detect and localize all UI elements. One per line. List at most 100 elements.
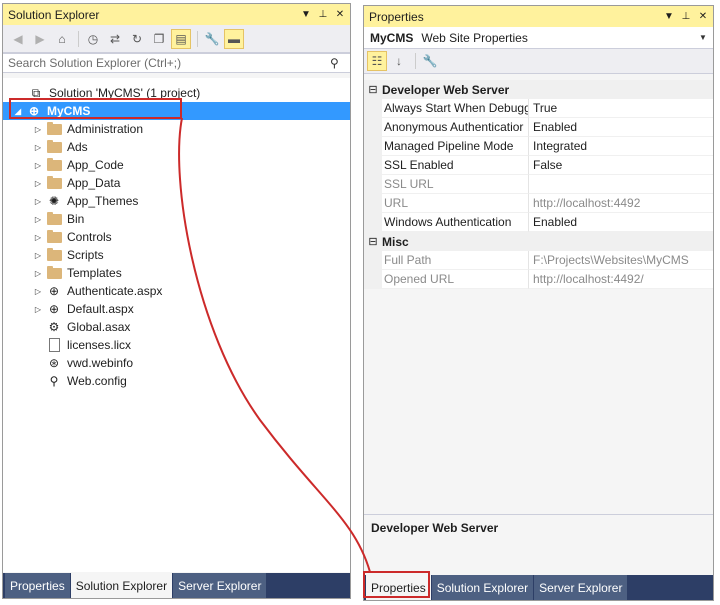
tree-item-label: App_Themes	[67, 194, 139, 208]
expand-arrow-icon[interactable]: ▷	[31, 125, 45, 134]
folder-icon	[45, 229, 63, 245]
config-file-icon: ⚲	[49, 374, 59, 388]
folder-icon	[45, 247, 63, 263]
tab-solution-explorer[interactable]: Solution Explorer	[70, 573, 173, 598]
tree-item[interactable]: ▷ Administration	[3, 120, 350, 138]
show-all-files-icon[interactable]: ▤	[171, 28, 191, 49]
back-icon[interactable]: ◀	[8, 29, 28, 49]
tree-item-label: Bin	[67, 212, 85, 226]
tab-server-explorer[interactable]: Server Explorer	[173, 573, 267, 598]
pending-changes-filter-icon[interactable]: ◷	[83, 29, 103, 49]
property-value: http://localhost:4492/	[529, 270, 713, 289]
tree-item[interactable]: ⊛ vwd.webinfo	[3, 354, 350, 372]
search-icon[interactable]: ⚲	[330, 56, 350, 70]
forward-icon[interactable]: ▶	[30, 29, 50, 49]
tree-item[interactable]: ▷ Scripts	[3, 246, 350, 264]
tree-item[interactable]: ▷ ⊕ Authenticate.aspx	[3, 282, 350, 300]
expand-arrow-icon[interactable]: ▷	[31, 251, 45, 260]
property-row[interactable]: URL http://localhost:4492	[364, 194, 713, 213]
property-row[interactable]: Windows Authentication Enabled	[364, 213, 713, 232]
row-margin	[364, 194, 382, 213]
property-row[interactable]: Opened URL http://localhost:4492/	[364, 270, 713, 289]
home-icon[interactable]: ⌂	[52, 29, 72, 49]
tree-item[interactable]: ▷ App_Code	[3, 156, 350, 174]
tree-item-label: Templates	[67, 266, 122, 280]
dropdown-arrow-icon[interactable]: ▼	[299, 9, 313, 20]
property-value[interactable]: Enabled	[529, 213, 713, 232]
row-margin	[364, 137, 382, 156]
property-name: Managed Pipeline Mode	[382, 137, 529, 156]
properties-panel: Properties ▼ ⊥ ✕ MyCMS Web Site Properti…	[363, 5, 714, 601]
dropdown-arrow-icon[interactable]: ▼	[662, 11, 676, 22]
tree-item[interactable]: ⚙ Global.asax	[3, 318, 350, 336]
pin-icon[interactable]: ⊥	[316, 9, 330, 20]
close-icon[interactable]: ✕	[333, 9, 347, 20]
collapse-box-icon[interactable]: ⊟	[364, 83, 382, 96]
tree-item[interactable]: ▷ ⊕ Default.aspx	[3, 300, 350, 318]
property-value[interactable]: True	[529, 99, 713, 118]
tree-item[interactable]: ▷ Controls	[3, 228, 350, 246]
refresh-icon[interactable]: ↻	[127, 29, 147, 49]
property-row[interactable]: Anonymous Authenticatior Enabled	[364, 118, 713, 137]
expand-arrow-icon[interactable]: ▷	[31, 143, 45, 152]
collapse-box-icon[interactable]: ⊟	[364, 235, 382, 248]
property-row[interactable]: SSL URL	[364, 175, 713, 194]
tree-item-label: Administration	[67, 122, 144, 136]
property-row[interactable]: SSL Enabled False	[364, 156, 713, 175]
property-value[interactable]: False	[529, 156, 713, 175]
expand-arrow-icon[interactable]: ▷	[31, 233, 45, 242]
properties-title: Properties	[369, 9, 424, 24]
expand-arrow-icon[interactable]: ▷	[31, 215, 45, 224]
search-input[interactable]: Search Solution Explorer (Ctrl+;)	[8, 56, 330, 70]
tree-item[interactable]: ▷ App_Data	[3, 174, 350, 192]
properties-titlebar: Properties ▼ ⊥ ✕	[364, 6, 713, 27]
chevron-down-icon[interactable]: ▼	[699, 33, 713, 42]
tree-item[interactable]: ▷ Ads	[3, 138, 350, 156]
property-value[interactable]: Enabled	[529, 118, 713, 137]
property-category[interactable]: ⊟ Developer Web Server	[364, 80, 713, 99]
property-row[interactable]: Managed Pipeline Mode Integrated	[364, 137, 713, 156]
row-margin	[364, 213, 382, 232]
object-selector[interactable]: MyCMS Web Site Properties ▼	[364, 27, 713, 49]
asax-file-icon: ⚙	[48, 320, 60, 334]
expand-arrow-icon[interactable]: ▷	[31, 179, 45, 188]
property-pages-wrench-icon[interactable]: 🔧	[420, 51, 440, 71]
tree-item-label: App_Code	[67, 158, 124, 172]
alphabetical-icon[interactable]: ↓	[389, 51, 409, 71]
property-category[interactable]: ⊟ Misc	[364, 232, 713, 251]
close-icon[interactable]: ✕	[696, 11, 710, 22]
tree-item-label: Scripts	[67, 248, 104, 262]
expand-arrow-icon[interactable]: ▷	[31, 197, 45, 206]
expand-arrow-icon[interactable]: ▷	[31, 305, 45, 314]
tab-solution-explorer[interactable]: Solution Explorer	[431, 575, 534, 600]
tab-properties[interactable]: Properties	[5, 573, 70, 598]
tree-item[interactable]: ▷ Bin	[3, 210, 350, 228]
collapse-all-icon[interactable]: ❐	[149, 29, 169, 49]
solution-search-box[interactable]: Search Solution Explorer (Ctrl+;) ⚲	[3, 53, 350, 73]
tree-item[interactable]: ⚲ Web.config	[3, 372, 350, 390]
tree-item[interactable]: licenses.licx	[3, 336, 350, 354]
sync-icon[interactable]: ⇄	[105, 29, 125, 49]
property-value[interactable]: Integrated	[529, 137, 713, 156]
tree-item-label: Global.asax	[67, 320, 131, 334]
tree-item-label: Web.config	[67, 374, 127, 388]
expand-arrow-icon[interactable]: ▷	[31, 269, 45, 278]
properties-wrench-icon[interactable]: 🔧	[202, 29, 222, 49]
properties-toolbar: ☷ ↓ 🔧	[364, 49, 713, 74]
solution-tree: ⧉ Solution 'MyCMS' (1 project) ◢ ⊕ MyCMS ▷ Adm…	[3, 78, 350, 572]
pin-icon[interactable]: ⊥	[679, 11, 693, 22]
expand-arrow-icon[interactable]: ▷	[31, 161, 45, 170]
tab-server-explorer[interactable]: Server Explorer	[534, 575, 628, 600]
categorized-icon[interactable]: ☷	[367, 51, 387, 71]
property-row[interactable]: Full Path F:\Projects\Websites\MyCMS	[364, 251, 713, 270]
category-name: Misc	[382, 234, 409, 249]
preview-icon[interactable]: ▬	[224, 28, 244, 49]
property-row[interactable]: Always Start When Debugg True	[364, 99, 713, 118]
property-name: Windows Authentication	[382, 213, 529, 232]
expand-arrow-icon[interactable]: ▷	[31, 287, 45, 296]
object-name: MyCMS	[370, 30, 414, 45]
row-margin	[364, 251, 382, 270]
tree-item[interactable]: ▷ ✺ App_Themes	[3, 192, 350, 210]
solution-explorer-panel: Solution Explorer ▼ ⊥ ✕ ◀ ▶ ⌂ ◷ ⇄ ↻ ❐ ▤ …	[2, 3, 351, 599]
tree-item[interactable]: ▷ Templates	[3, 264, 350, 282]
